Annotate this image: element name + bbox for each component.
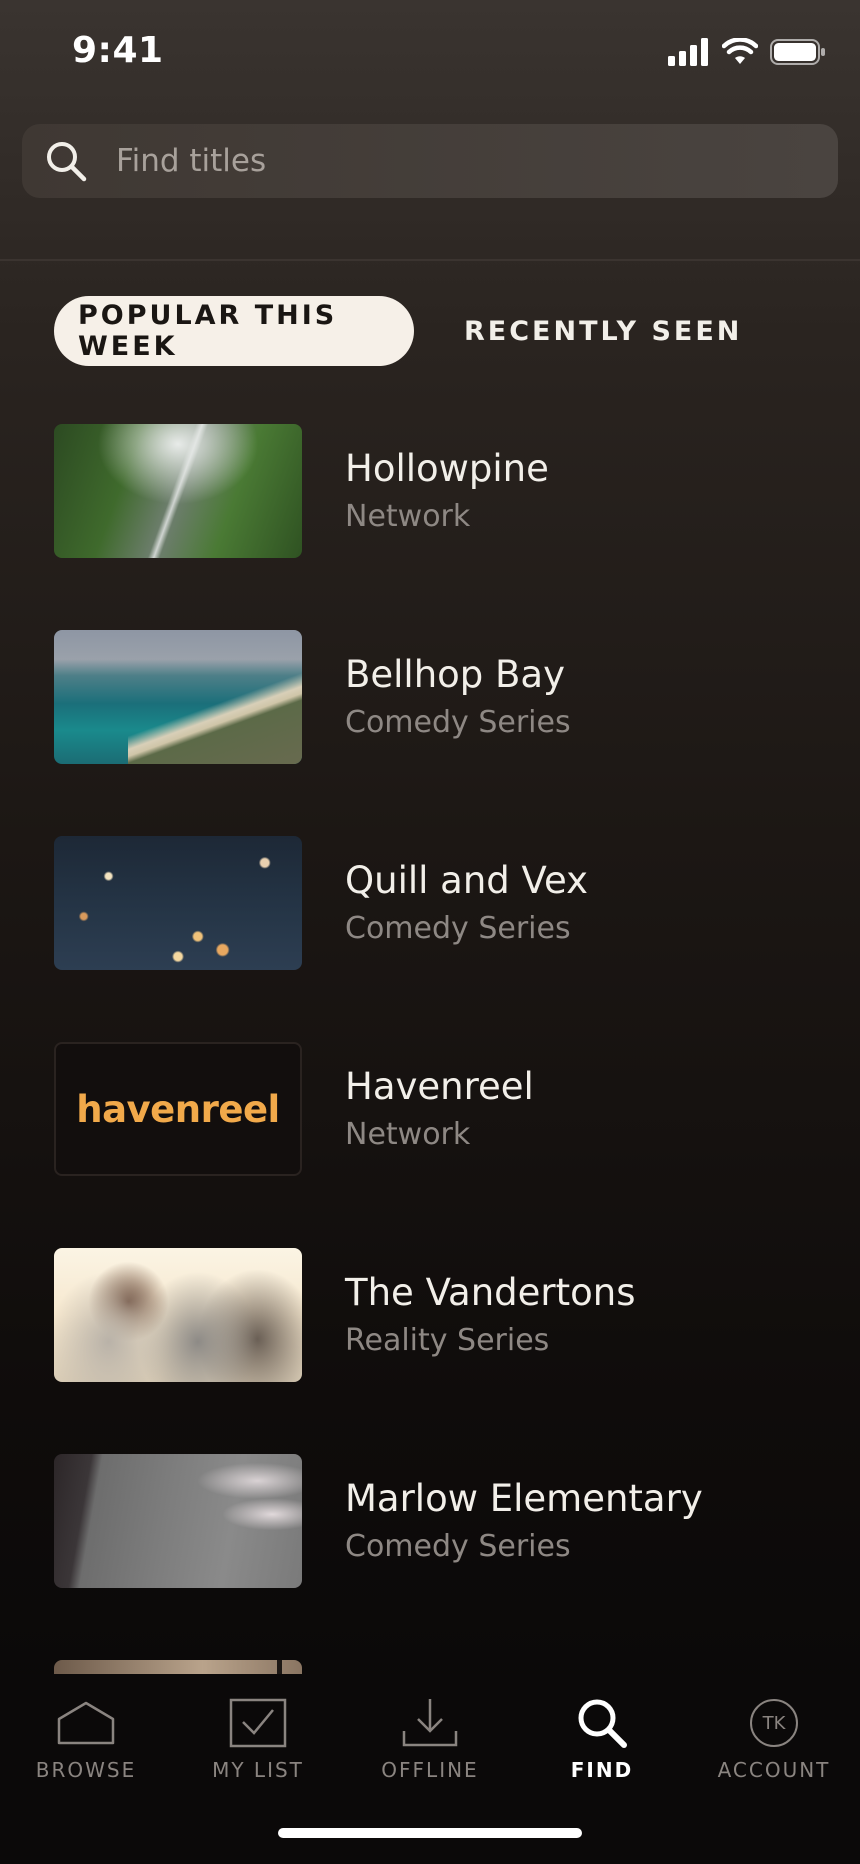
list-item[interactable]: Quill and Vex Comedy Series: [54, 836, 844, 970]
item-title: Bellhop Bay: [345, 653, 565, 697]
search-bar[interactable]: [22, 124, 838, 198]
tab-recently-seen[interactable]: RECENTLY SEEN: [440, 296, 766, 366]
item-title: Havenreel: [345, 1065, 534, 1109]
list-item[interactable]: The Vandertons Reality Series: [54, 1248, 844, 1382]
item-title: Marlow Elementary: [345, 1477, 703, 1521]
nav-my-list[interactable]: MY LIST: [172, 1696, 344, 1796]
thumbnail: [54, 424, 302, 558]
nav-find[interactable]: FIND: [516, 1696, 688, 1796]
signal-icon: [668, 38, 710, 70]
nav-label: ACCOUNT: [717, 1758, 831, 1782]
thumbnail-partial[interactable]: [54, 1660, 302, 1674]
thumbnail: havenreel: [54, 1042, 302, 1176]
item-subtitle: Reality Series: [345, 1322, 550, 1358]
item-subtitle: Network: [345, 1116, 471, 1152]
home-icon: [54, 1696, 118, 1750]
status-bar: 9:41: [0, 0, 860, 110]
item-title: The Vandertons: [345, 1271, 636, 1315]
thumbnail: [54, 1454, 302, 1588]
nav-browse[interactable]: BROWSE: [0, 1696, 172, 1796]
item-title: Quill and Vex: [345, 859, 588, 903]
download-icon: [398, 1696, 462, 1750]
results-list: Hollowpine Network Bellhop Bay Comedy Se…: [54, 424, 844, 1660]
item-subtitle: Network: [345, 498, 471, 534]
tab-bar: POPULAR THIS WEEK RECENTLY SEEN: [54, 296, 766, 366]
find-screen: 9:41 Find titles POPULAR THIS WEEK RECEN…: [0, 0, 860, 1864]
list-item[interactable]: Hollowpine Network: [54, 424, 844, 558]
item-subtitle: Comedy Series: [345, 910, 571, 946]
nav-label: FIND: [570, 1758, 634, 1782]
search-icon: [570, 1696, 634, 1750]
search-icon: [44, 139, 88, 183]
list-item[interactable]: havenreel Havenreel Network: [54, 1042, 844, 1176]
tab-popular-this-week[interactable]: POPULAR THIS WEEK: [54, 296, 414, 366]
search-input[interactable]: [114, 142, 758, 180]
thumbnail: [54, 836, 302, 970]
havenreel-logo: havenreel: [76, 1087, 280, 1131]
list-item[interactable]: Bellhop Bay Comedy Series: [54, 630, 844, 764]
item-title: Hollowpine: [345, 447, 549, 491]
nav-label: OFFLINE: [381, 1758, 479, 1782]
home-indicator: [278, 1828, 582, 1838]
nav-label: MY LIST: [212, 1758, 304, 1782]
status-time: 9:41: [72, 30, 164, 71]
thumbnail: [54, 1248, 302, 1382]
nav-offline[interactable]: OFFLINE: [344, 1696, 516, 1796]
divider: [0, 259, 860, 261]
checkbox-icon: [226, 1696, 290, 1750]
item-subtitle: Comedy Series: [345, 704, 571, 740]
status-icons: [668, 37, 826, 70]
battery-icon: [770, 38, 826, 70]
list-item[interactable]: Marlow Elementary Comedy Series: [54, 1454, 844, 1588]
nav-label: BROWSE: [35, 1758, 137, 1782]
wifi-icon: [721, 37, 759, 70]
nav-account[interactable]: TK ACCOUNT: [688, 1696, 860, 1796]
avatar-icon: TK: [750, 1699, 798, 1747]
item-subtitle: Comedy Series: [345, 1528, 571, 1564]
thumbnail: [54, 630, 302, 764]
